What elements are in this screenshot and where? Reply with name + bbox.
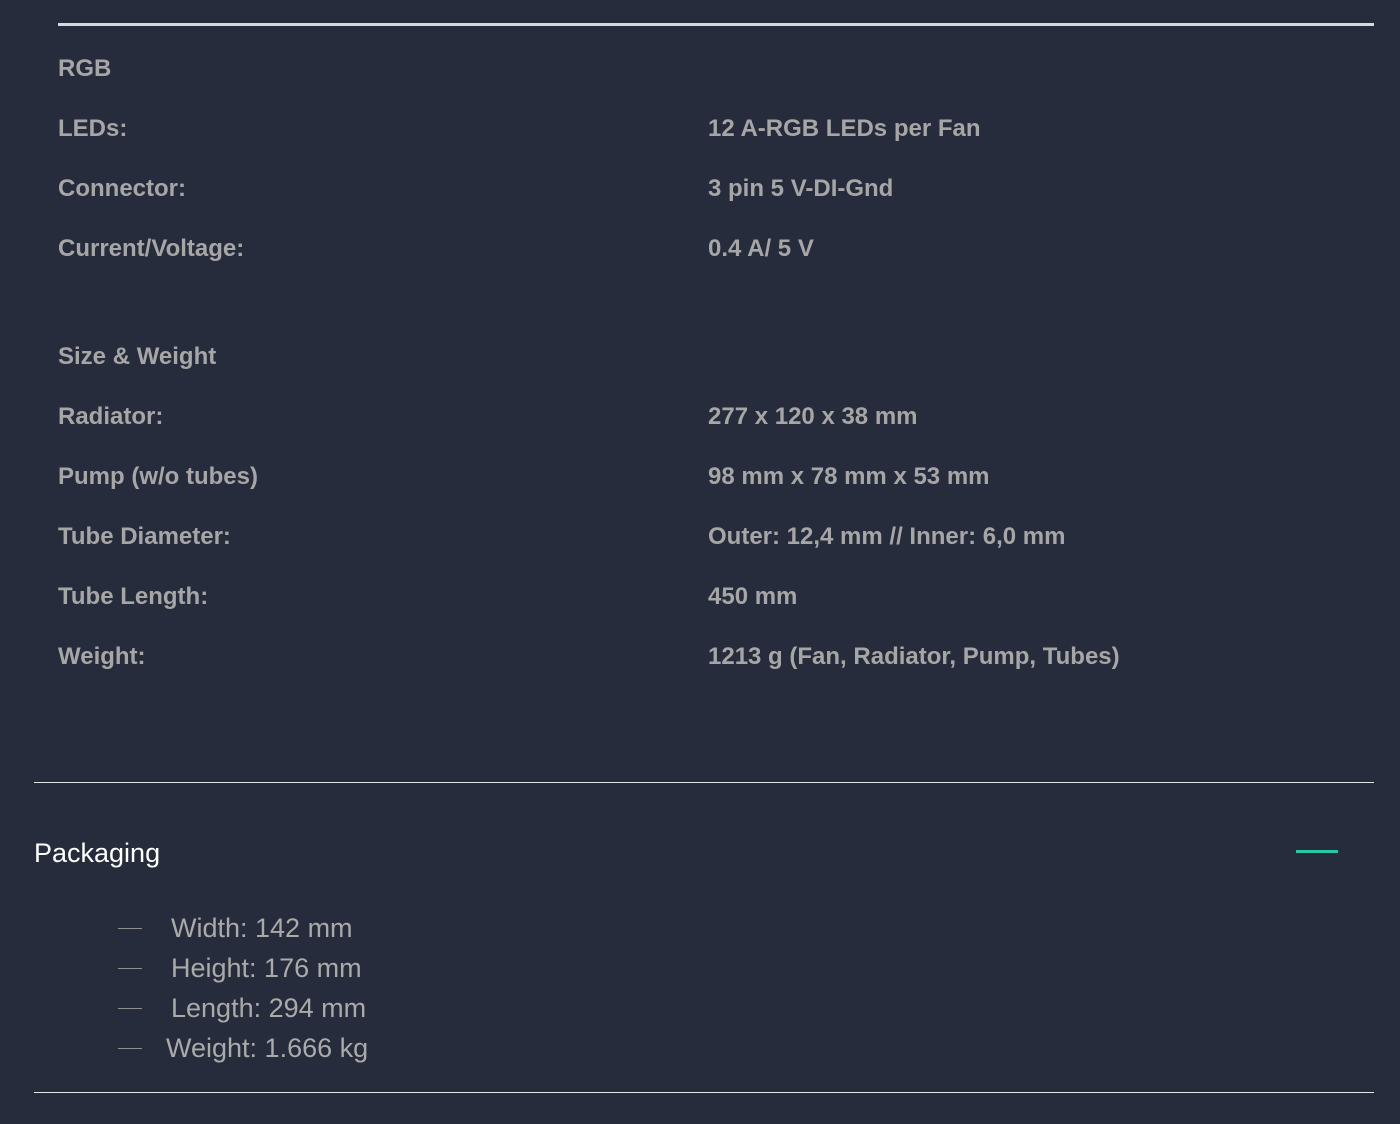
spec-label-current-voltage: Current/Voltage: (58, 235, 245, 262)
spec-label-connector: Connector: (58, 175, 186, 202)
rgb-heading: RGB (58, 55, 112, 82)
top-divider (58, 23, 1374, 26)
dash-bullet-icon (118, 1000, 142, 1018)
minus-icon (1296, 850, 1338, 853)
spec-label-weight: Weight: (58, 643, 146, 670)
spec-value-current-voltage: 0.4 A/ 5 V (708, 235, 814, 262)
list-item: Width: 142 mm (118, 910, 518, 946)
section-divider-bottom (34, 1092, 1374, 1093)
section-divider-top (34, 782, 1374, 783)
packaging-collapse-button[interactable] (1290, 836, 1344, 868)
spec-value-radiator: 277 x 120 x 38 mm (708, 403, 918, 430)
spec-value-connector: 3 pin 5 V-DI-Gnd (708, 175, 894, 202)
packaging-weight: Weight: 1.666 kg (166, 1033, 369, 1063)
list-item: Length: 294 mm (118, 990, 518, 1026)
packaging-width: Width: 142 mm (171, 913, 353, 943)
spec-label-tube-length: Tube Length: (58, 583, 209, 610)
packaging-length: Length: 294 mm (171, 993, 367, 1023)
list-item: Weight: 1.666 kg (118, 1030, 518, 1066)
packaging-height: Height: 176 mm (171, 953, 362, 983)
dash-bullet-icon (118, 920, 142, 938)
product-specs-page: RGB LEDs: 12 A-RGB LEDs per Fan Connecto… (0, 0, 1400, 1124)
list-item: Height: 176 mm (118, 950, 518, 986)
dash-bullet-icon (118, 1040, 142, 1058)
spec-value-pump: 98 mm x 78 mm x 53 mm (708, 463, 990, 490)
dash-bullet-icon (118, 960, 142, 978)
spec-value-leds: 12 A-RGB LEDs per Fan (708, 115, 981, 142)
spec-value-tube-length: 450 mm (708, 583, 798, 610)
size-weight-heading: Size & Weight (58, 343, 217, 370)
spec-label-pump: Pump (w/o tubes) (58, 463, 258, 490)
spec-label-leds: LEDs: (58, 115, 128, 142)
packaging-title[interactable]: Packaging (34, 836, 160, 870)
spec-value-weight: 1213 g (Fan, Radiator, Pump, Tubes) (708, 643, 1120, 670)
spec-value-tube-diameter: Outer: 12,4 mm // Inner: 6,0 mm (708, 523, 1066, 550)
spec-label-tube-diameter: Tube Diameter: (58, 523, 231, 550)
spec-label-radiator: Radiator: (58, 403, 164, 430)
